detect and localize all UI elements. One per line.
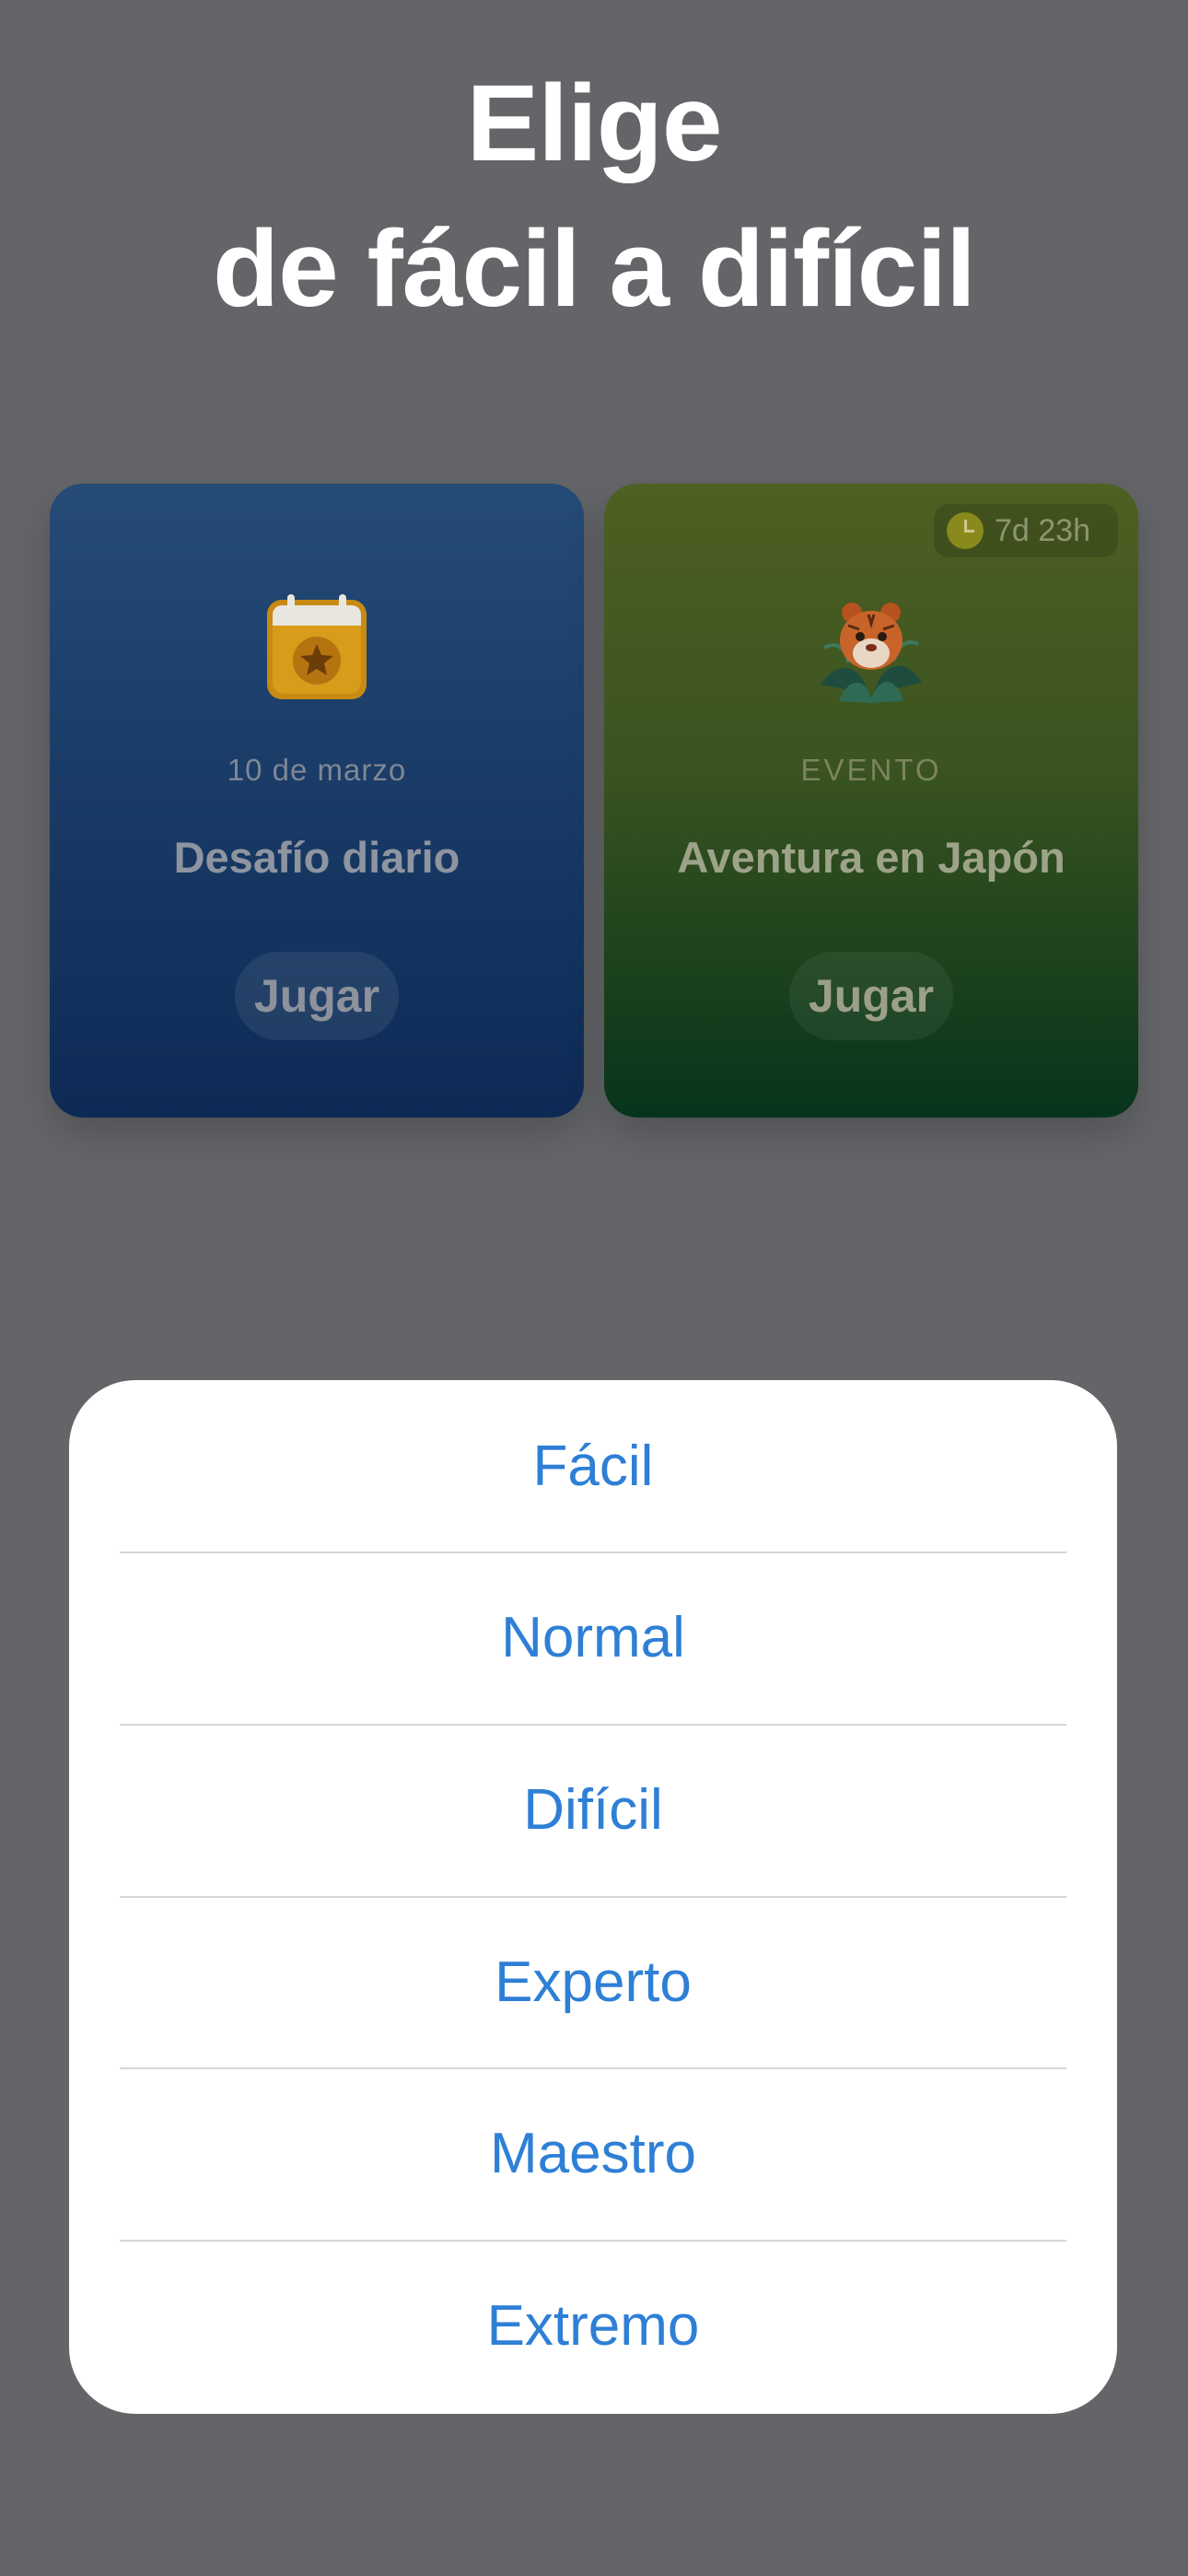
calendar-star-icon: [265, 592, 368, 706]
card-category: EVENTO: [800, 753, 942, 787]
card-title: Desafío diario: [173, 833, 460, 882]
event-time-remaining: 7d 23h: [995, 512, 1090, 548]
event-card[interactable]: 7d 23h EVENTO Aventura en Japón Jugar: [604, 484, 1138, 1118]
difficulty-option-maestro[interactable]: Maestro: [69, 2067, 1117, 2240]
difficulty-option-facil[interactable]: Fácil: [69, 1380, 1117, 1552]
event-timer-badge: 7d 23h: [934, 504, 1118, 557]
tiger-leaves-icon: [811, 592, 931, 711]
daily-challenge-card[interactable]: 10 de marzo Desafío diario Jugar: [50, 484, 584, 1118]
difficulty-option-extremo[interactable]: Extremo: [69, 2240, 1117, 2412]
card-date: 10 de marzo: [227, 753, 407, 787]
page-title: Elige de fácil a difícil: [0, 51, 1188, 342]
clock-icon: [947, 512, 984, 549]
difficulty-option-dificil[interactable]: Difícil: [69, 1724, 1117, 1896]
card-title: Aventura en Japón: [677, 833, 1066, 882]
difficulty-sheet: Fácil Normal Difícil Experto Maestro Ext…: [69, 1380, 1117, 2414]
play-button[interactable]: Jugar: [789, 952, 953, 1040]
page-title-line-2: de fácil a difícil: [213, 208, 976, 330]
page-title-line-1: Elige: [466, 63, 723, 184]
difficulty-option-experto[interactable]: Experto: [69, 1896, 1117, 2068]
play-button[interactable]: Jugar: [235, 952, 399, 1040]
difficulty-option-normal[interactable]: Normal: [69, 1552, 1117, 1725]
